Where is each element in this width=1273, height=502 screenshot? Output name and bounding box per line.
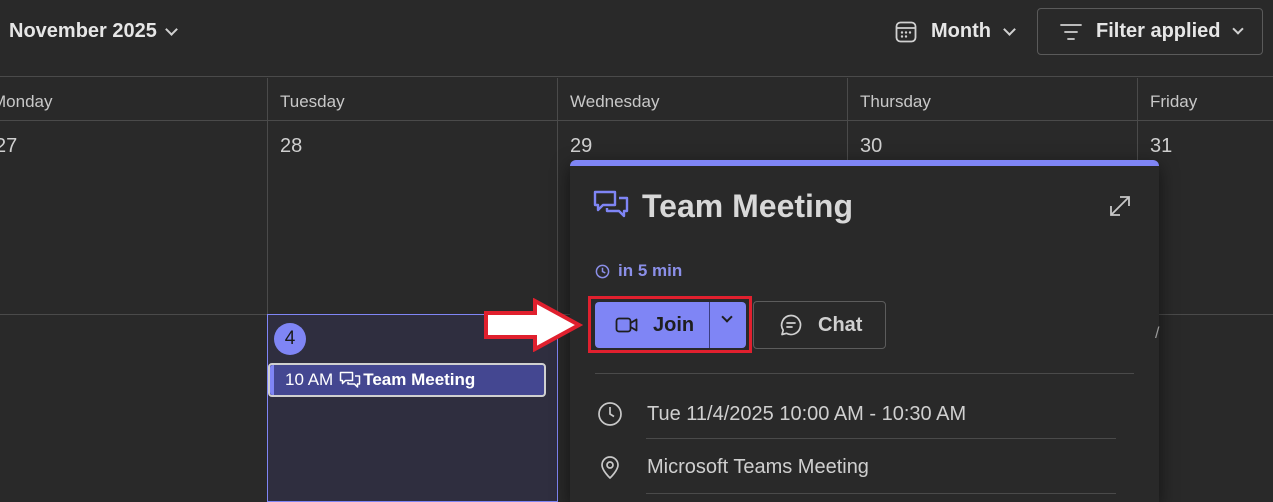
day-header-monday: Monday [0, 78, 267, 121]
meeting-chat-icon [339, 371, 361, 388]
popup-accent-bar [570, 160, 1159, 166]
join-label: Join [653, 313, 695, 336]
partial-icon: / [1155, 325, 1160, 342]
grid-line [0, 120, 1273, 121]
date-cell-number[interactable]: 29 [570, 135, 592, 158]
event-location-row: Microsoft Teams Meeting [597, 454, 869, 480]
date-cell-number[interactable]: 27 [0, 135, 17, 158]
filter-label: Filter applied [1096, 20, 1221, 42]
calendar-icon [895, 21, 917, 42]
divider [646, 438, 1116, 439]
clock-icon [595, 264, 610, 278]
today-date-badge: 4 [274, 323, 306, 355]
chevron-down-icon [165, 22, 178, 36]
status-text: in 5 min [618, 261, 683, 280]
date-cell-number[interactable]: 31 [1150, 135, 1172, 158]
divider [646, 493, 1116, 494]
filter-icon [1060, 23, 1082, 40]
chat-icon [780, 314, 802, 336]
expand-icon[interactable] [1107, 193, 1133, 219]
event-details-popup: Team Meeting in 5 min Join Chat Tue 11/4… [570, 160, 1159, 502]
day-header-thursday: Thursday [860, 78, 1137, 121]
chat-label: Chat [818, 313, 863, 336]
meeting-start-status: in 5 min [595, 261, 682, 281]
meeting-chat-icon [593, 190, 629, 218]
clock-icon [598, 402, 622, 426]
calendar-event-chip[interactable]: 10 AM Team Meeting [268, 363, 546, 397]
event-title: Team Meeting [363, 370, 476, 389]
event-location: Microsoft Teams Meeting [647, 455, 869, 478]
chevron-down-icon [1003, 22, 1016, 36]
location-pin-icon [601, 456, 619, 479]
view-switcher[interactable]: Month [895, 20, 1016, 43]
day-header-tuesday: Tuesday [280, 78, 557, 121]
day-header-wednesday: Wednesday [570, 78, 847, 121]
video-camera-icon [615, 317, 638, 333]
chat-button[interactable]: Chat [753, 301, 886, 349]
event-time: 10 AM [285, 370, 334, 389]
view-label: Month [931, 20, 991, 42]
date-cell-number[interactable]: 28 [280, 135, 302, 158]
divider [595, 373, 1134, 374]
join-options-dropdown[interactable] [709, 302, 746, 348]
join-button[interactable]: Join [595, 302, 709, 348]
month-title: November 2025 [9, 20, 157, 42]
date-cell-number[interactable]: 30 [860, 135, 882, 158]
month-picker[interactable]: November 2025 [9, 20, 178, 43]
event-color-bar [270, 365, 274, 395]
event-datetime-row: Tue 11/4/2025 10:00 AM - 10:30 AM [597, 401, 966, 427]
chevron-down-icon [1232, 23, 1245, 35]
calendar-toolbar: November 2025 Month Filter applied [0, 0, 1273, 77]
popup-title: Team Meeting [642, 188, 853, 224]
event-datetime: Tue 11/4/2025 10:00 AM - 10:30 AM [647, 402, 967, 425]
chevron-down-icon [721, 311, 733, 323]
arrow-annotation-icon [484, 298, 583, 352]
day-header-friday: Friday [1150, 78, 1273, 121]
filter-button[interactable]: Filter applied [1037, 8, 1263, 55]
